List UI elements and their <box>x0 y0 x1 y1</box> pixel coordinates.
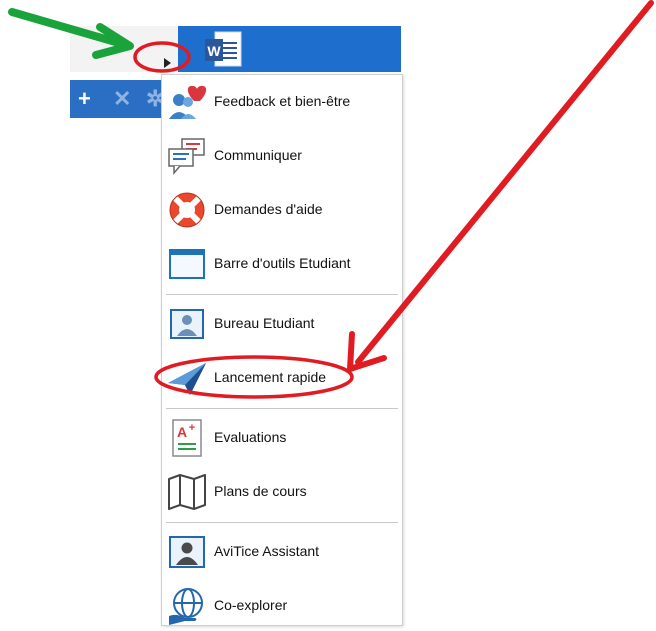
toolbar-window-icon <box>169 249 205 279</box>
menu-item-demandes-aide[interactable]: Demandes d'aide <box>162 183 402 235</box>
menu-item-bureau-etudiant[interactable]: Bureau Etudiant <box>162 297 402 349</box>
menu-item-avitice-assistant[interactable]: AviTice Assistant <box>162 525 402 577</box>
menu-item-plans-de-cours[interactable]: Plans de cours <box>162 465 402 517</box>
student-desktop-icon <box>170 309 204 339</box>
menu-item-lancement-rapide[interactable]: Lancement rapide <box>162 351 402 403</box>
menu-item-label: Lancement rapide <box>214 369 327 385</box>
menu-item-evaluations[interactable]: A + Evaluations <box>162 411 402 463</box>
svg-text:A: A <box>177 424 187 440</box>
menu-item-feedback[interactable]: Feedback et bien-être <box>162 75 402 127</box>
assistant-icon <box>169 536 205 568</box>
menu-item-label: AviTice Assistant <box>214 543 320 559</box>
menu-item-barre-outils[interactable]: Barre d'outils Etudiant <box>162 237 402 289</box>
toolbar-area <box>70 26 178 72</box>
menu-separator <box>166 522 398 523</box>
menu-item-label: Bureau Etudiant <box>214 315 315 331</box>
menu-item-label: Communiquer <box>214 147 302 163</box>
menu-separator <box>166 294 398 295</box>
menu-item-label: Plans de cours <box>214 483 307 499</box>
menu-item-label: Co-explorer <box>214 597 288 613</box>
lifebuoy-icon <box>169 192 205 228</box>
menu-item-co-explorer[interactable]: Co-explorer <box>162 579 402 631</box>
menu-item-label: Barre d'outils Etudiant <box>214 255 351 271</box>
chat-bubbles-icon <box>168 138 205 176</box>
grade-a-plus-icon: A + <box>172 419 202 457</box>
menu-item-label: Evaluations <box>214 429 287 445</box>
menu-item-label: Feedback et bien-être <box>214 93 351 109</box>
dropdown-menu: Feedback et bien-être Communiquer Demand… <box>161 74 403 626</box>
menu-item-communiquer[interactable]: Communiquer <box>162 129 402 181</box>
map-icon <box>168 474 206 510</box>
word-document-icon[interactable]: W <box>203 30 245 70</box>
paper-plane-icon <box>168 363 206 395</box>
menu-item-label: Demandes d'aide <box>214 201 323 217</box>
svg-text:W: W <box>207 43 221 59</box>
close-icon[interactable]: ✕ <box>113 80 131 118</box>
menu-separator <box>166 408 398 409</box>
plus-icon[interactable]: + <box>78 80 91 118</box>
globe-hand-icon <box>169 588 203 625</box>
expand-arrow-icon[interactable] <box>164 58 171 68</box>
svg-text:+: + <box>189 422 195 434</box>
feedback-heart-icon <box>169 85 207 119</box>
